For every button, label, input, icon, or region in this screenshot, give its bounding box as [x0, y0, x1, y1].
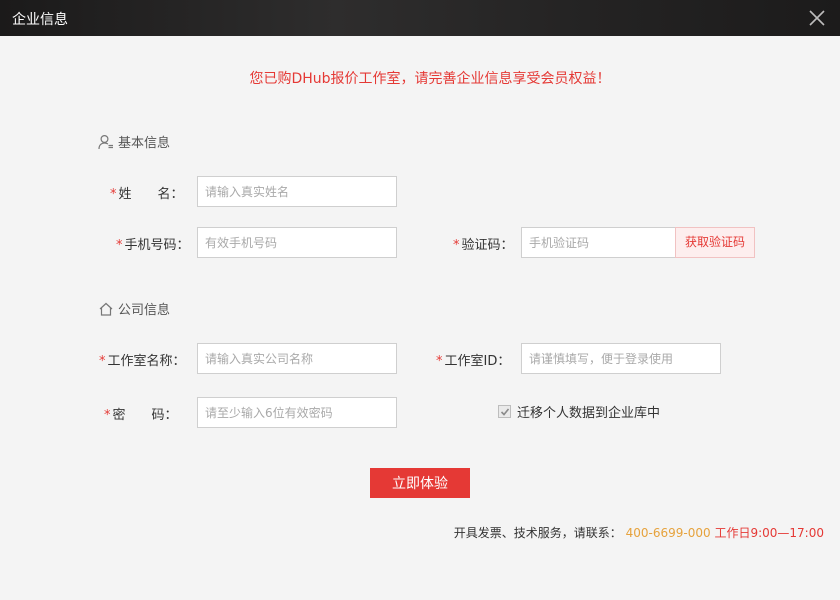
studio-id-label: * 工作室ID：	[436, 354, 511, 369]
close-icon[interactable]	[808, 9, 826, 27]
home-icon	[99, 302, 113, 316]
user-icon	[98, 134, 113, 149]
membership-notice: 您已购DHub报价工作室，请完善企业信息享受会员权益！	[249, 71, 611, 87]
studio-id-input[interactable]	[521, 343, 721, 374]
password-label: * 密 码：	[104, 408, 178, 423]
section-basic-title: 基本信息	[118, 136, 171, 151]
studio-name-label: * 工作室名称：	[99, 354, 186, 369]
password-input[interactable]	[197, 397, 397, 428]
submit-button[interactable]: 立即体验	[370, 468, 470, 498]
name-label: * 姓 名：	[110, 187, 184, 202]
form-panel: 您已购DHub报价工作室，请完善企业信息享受会员权益！ 基本信息 *姓 名： *…	[0, 36, 840, 600]
studio-name-input[interactable]	[197, 343, 397, 374]
contact-info: 开具发票、技术服务，请联系： 400-6699-000 工作日9:00—17:0…	[454, 524, 824, 541]
phone-input[interactable]	[197, 227, 397, 258]
checkmark-icon	[500, 407, 509, 416]
title-bar: 企业信息	[0, 0, 840, 36]
section-company-info: 公司信息	[98, 299, 170, 318]
contact-hours: 工作日9:00—17:00	[714, 526, 824, 540]
migrate-data-label: 迁移个人数据到企业库中	[517, 406, 661, 421]
migrate-data-option[interactable]: 迁移个人数据到企业库中	[498, 402, 660, 421]
phone-label: * 手机号码：	[116, 238, 190, 253]
contact-phone: 400-6699-000	[625, 526, 711, 540]
code-label: * 验证码：	[453, 238, 514, 253]
migrate-data-checkbox[interactable]	[498, 405, 511, 418]
name-input[interactable]	[197, 176, 397, 207]
section-company-title: 公司信息	[118, 303, 171, 318]
section-basic-info: 基本信息	[98, 132, 170, 151]
window-title: 企业信息	[12, 12, 68, 28]
code-input[interactable]	[521, 227, 676, 258]
contact-prefix: 开具发票、技术服务，请联系：	[453, 526, 622, 540]
get-code-button[interactable]: 获取验证码	[675, 227, 755, 258]
